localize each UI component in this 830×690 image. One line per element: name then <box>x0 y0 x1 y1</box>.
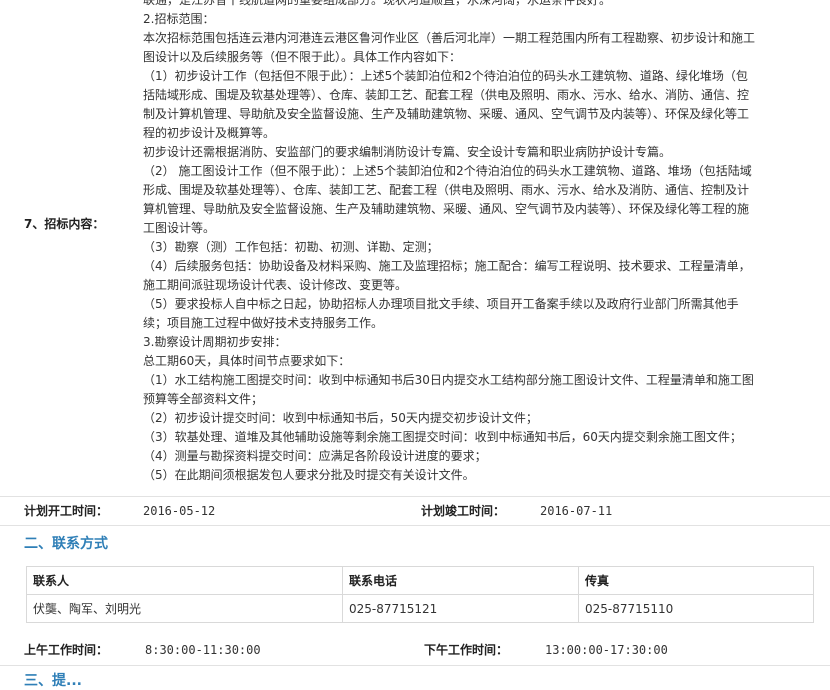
header-fax: 传真 <box>578 566 814 595</box>
content-line: 形成、围堤及软基处理等）、仓库、装卸工艺、配套工程（供电及照明、雨水、污水、给水… <box>143 183 750 197</box>
section-7-label: 7、招标内容： <box>24 217 105 231</box>
contact-table: 联系人 联系电话 传真 伏龑、陶军、刘明光 025-87715121 025-8… <box>26 566 814 623</box>
content-line: （3）勘察（测）工作包括：初勘、初测、详勘、定测； <box>143 240 439 254</box>
content-line: （2） 施工图设计工作（但不限于此）：上述5个装卸泊位和2个待泊泊位的码头水工建… <box>143 164 752 178</box>
section-7-content: 联通，是江苏省干线航道网的重要组成部分。现状河道顺直，水深河阔，水运条件良好。 … <box>143 0 813 485</box>
plan-end-value: 2016-07-11 <box>540 504 613 518</box>
content-line: （2）初步设计提交时间：收到中标通知书后，50天内提交初步设计文件； <box>143 411 538 425</box>
content-line: 图设计以及后续服务等（但不限于此）。具体工作内容如下： <box>143 50 462 64</box>
content-line: 3.勘察设计周期初步安排： <box>143 335 287 349</box>
am-hours-value: 8:30:00-11:30:00 <box>145 643 261 657</box>
cell-fax: 025-87715110 <box>578 594 814 623</box>
next-section-title: 三、提... <box>24 673 82 689</box>
cell-contact-person: 伏龑、陶军、刘明光 <box>26 594 343 623</box>
table-header-row: 联系人 联系电话 传真 <box>26 566 814 595</box>
plan-end-label: 计划竣工时间： <box>421 504 506 518</box>
plan-start-label: 计划开工时间： <box>24 504 109 518</box>
content-line: 工图设计等。 <box>143 221 216 235</box>
plan-start-value: 2016-05-12 <box>143 504 216 518</box>
content-line: 联通，是江苏省干线航道网的重要组成部分。现状河道顺直，水深河阔，水运条件良好。 <box>143 0 612 7</box>
content-line: 续；项目施工过程中做好技术支持服务工作。 <box>143 316 384 330</box>
content-line: （5）在此期间须根据发包人要求分批及时提交有关设计文件。 <box>143 468 475 482</box>
content-line: 程的初步设计及概算等。 <box>143 126 276 140</box>
am-hours-label: 上午工作时间： <box>24 643 109 657</box>
content-line: 算机管理、导助航及安全监督设施、生产及辅助建筑物、采暖、通风、空气调节及内装等）… <box>143 202 750 216</box>
header-contact-person: 联系人 <box>26 566 343 595</box>
content-line: 括陆域形成、围堤及软基处理等）、仓库、装卸工艺、配套工程（供电及照明、雨水、污水… <box>143 88 750 102</box>
content-line: 2.招标范围： <box>143 12 215 26</box>
contact-section-title: 二、联系方式 <box>24 536 108 552</box>
section-7-row: 联通，是江苏省干线航道网的重要组成部分。现状河道顺直，水深河阔，水运条件良好。 … <box>0 0 830 497</box>
pm-hours-value: 13:00:00-17:30:00 <box>545 643 668 657</box>
content-line: （1）初步设计工作（包括但不限于此）：上述5个装卸泊位和2个待泊泊位的码头水工建… <box>143 69 748 83</box>
content-line: （4）测量与勘探资料提交时间：应满足各阶段设计进度的要求； <box>143 449 487 463</box>
content-line: 本次招标范围包括连云港内河港连云港区鲁河作业区（善后河北岸）一期工程范围内所有工… <box>143 31 756 45</box>
header-phone: 联系电话 <box>342 566 579 595</box>
content-line: （3）软基处理、道堆及其他辅助设施等剩余施工图提交时间：收到中标通知书后，60天… <box>143 430 742 444</box>
page: 联通，是江苏省干线航道网的重要组成部分。现状河道顺直，水深河阔，水运条件良好。 … <box>0 0 830 689</box>
content-line: 制及计算机管理、导助航及安全监督设施、生产及辅助建筑物、采暖、通风、空气调节及内… <box>143 107 750 121</box>
content-line: （1）水工结构施工图提交时间：收到中标通知书后30日内提交水工结构部分施工图设计… <box>143 373 754 387</box>
content-line: （4）后续服务包括：协助设备及材料采购、施工及监理招标；施工配合：编写工程说明、… <box>143 259 751 273</box>
content-line: 初步设计还需根据消防、安监部门的要求编制消防设计专篇、安全设计专篇和职业病防护设… <box>143 145 672 159</box>
cell-phone: 025-87715121 <box>342 594 579 623</box>
pm-hours-label: 下午工作时间： <box>424 643 509 657</box>
content-line: （5）要求投标人自中标之日起，协助招标人办理项目批文手续、项目开工备案手续以及政… <box>143 297 739 311</box>
table-row: 伏龑、陶军、刘明光 025-87715121 025-87715110 <box>26 594 814 623</box>
content-line: 总工期60天，具体时间节点要求如下： <box>143 354 351 368</box>
work-hours-row: 上午工作时间： 8:30:00-11:30:00 下午工作时间： 13:00:0… <box>0 637 830 666</box>
content-line: 施工期间派驻现场设计代表、设计修改、变更等。 <box>143 278 408 292</box>
plan-dates-row: 计划开工时间： 2016-05-12 计划竣工时间： 2016-07-11 <box>0 497 830 526</box>
content-line: 预算等全部资料文件； <box>143 392 264 406</box>
